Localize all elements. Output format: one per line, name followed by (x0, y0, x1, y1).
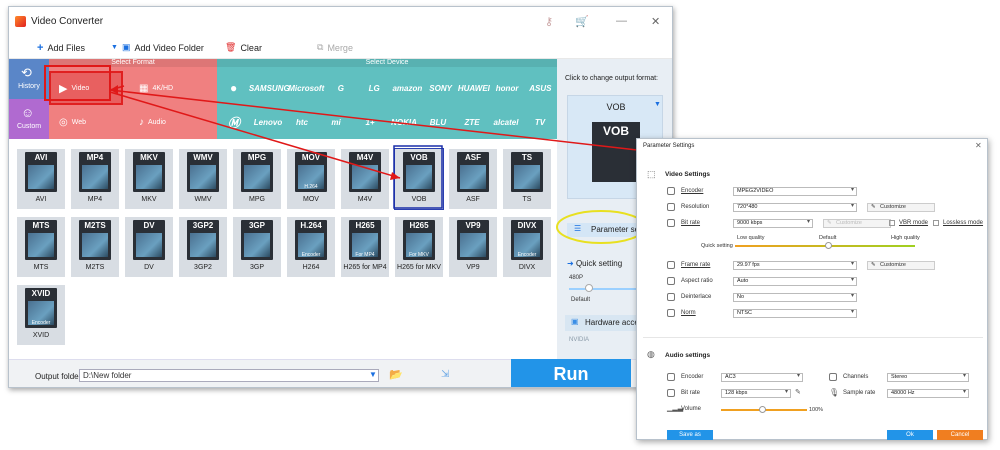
cancel-button[interactable]: Cancel (937, 430, 983, 440)
pencil-icon: ✎ (871, 204, 876, 210)
framerate-customize-button[interactable]: ✎ Customize (867, 261, 935, 270)
resolution-icon (667, 203, 675, 211)
bitrate-customize-button[interactable]: ✎ Customize (823, 219, 891, 228)
volume-slider-knob[interactable] (759, 406, 766, 413)
dialog-title: Parameter Settings (643, 143, 695, 149)
aspect-ratio-label: Aspect ratio (681, 278, 713, 284)
framerate-icon (667, 261, 675, 269)
divider (643, 337, 983, 338)
deinterlace-select[interactable]: No (733, 293, 857, 302)
parameter-settings-highlight (556, 210, 646, 244)
arrow-video-to-dialog (109, 89, 656, 153)
resolution-label: Resolution (681, 204, 710, 210)
video-settings-icon: ⬚ (647, 169, 656, 179)
vob-highlight-box (393, 145, 443, 209)
aspect-ratio-select[interactable]: Auto (733, 277, 857, 286)
resolution-select[interactable]: 720*480 (733, 203, 857, 212)
save-as-button[interactable]: Save as (667, 430, 713, 440)
audio-encoder-select[interactable]: AC3 (721, 373, 803, 382)
default-quality-label: Default (819, 235, 837, 241)
volume-percent: 100% (809, 407, 824, 413)
framerate-label: Frame rate (681, 262, 711, 268)
audio-bitrate-label: Bit rate (681, 390, 701, 396)
dialog-close-icon[interactable]: ✕ (975, 141, 982, 150)
deinterlace-label: Deinterlace (681, 294, 712, 300)
sample-rate-select[interactable]: 48000 Hz (887, 389, 969, 398)
channels-select[interactable]: Stereo (887, 373, 969, 382)
framerate-select[interactable]: 29.97 fps (733, 261, 857, 270)
audio-settings-icon: ◍ (647, 349, 655, 359)
deinterlace-icon (667, 293, 675, 301)
vbr-checkbox[interactable] (889, 220, 895, 226)
channels-icon (829, 373, 837, 381)
video-highlight-box (44, 65, 111, 101)
ok-button[interactable]: Ok (887, 430, 933, 440)
bitrate-icon (667, 219, 675, 227)
norm-label: Norm (681, 310, 696, 316)
encoder-icon (667, 187, 675, 195)
quick-setting-label: Quick setting (701, 243, 733, 249)
audio-encoder-label: Encoder (681, 374, 704, 380)
lossless-checkbox[interactable] (933, 220, 939, 226)
vbr-label: VBR mode (899, 220, 929, 226)
audio-bitrate-icon (667, 389, 675, 397)
microphone-icon: 🎙 (829, 388, 840, 397)
resolution-customize-button[interactable]: ✎ Customize (867, 203, 935, 212)
bitrate-select[interactable]: 9000 kbps (733, 219, 813, 228)
encoder-label: Encoder (681, 188, 704, 194)
quality-slider-knob[interactable] (825, 242, 832, 249)
pencil-icon: ✎ (871, 262, 876, 268)
low-quality-label: Low quality (737, 235, 765, 241)
norm-icon (667, 309, 675, 317)
norm-select[interactable]: NTSC (733, 309, 857, 318)
sample-rate-label: Sample rate (843, 390, 876, 396)
video-settings-heading: Video Settings (665, 171, 711, 178)
audio-settings-heading: Audio settings (665, 352, 711, 359)
high-quality-label: High quality (891, 235, 920, 241)
audio-encoder-icon (667, 373, 675, 381)
audio-bitrate-edit-icon[interactable]: ✎ (795, 388, 801, 396)
arrow-video-to-vob (109, 91, 401, 179)
volume-label: Volume (681, 406, 702, 412)
parameter-settings-dialog: Parameter Settings ✕ Video Settings ⬚ En… (636, 138, 988, 440)
arrow-head-vob (390, 172, 400, 180)
bitrate-label: Bit rate (681, 220, 701, 226)
aspect-ratio-icon (667, 277, 675, 285)
audio-bitrate-select[interactable]: 128 kbps (721, 389, 791, 398)
lossless-label: Lossless mode (943, 220, 984, 226)
channels-label: Channels (843, 374, 869, 380)
encoder-select[interactable]: MPEG2VIDEO (733, 187, 857, 196)
pencil-icon: ✎ (827, 220, 832, 226)
